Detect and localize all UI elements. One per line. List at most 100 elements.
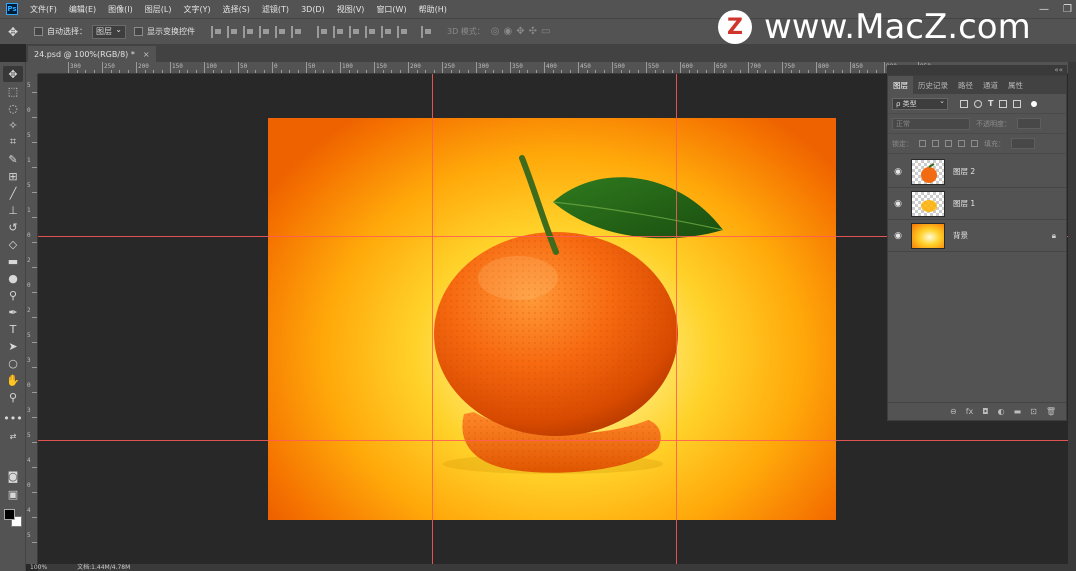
layer-row-layer2[interactable]: ◉ 图层 2	[888, 156, 1066, 188]
new-layer-icon[interactable]: ⊡	[1030, 407, 1037, 416]
show-transform-checkbox[interactable]	[134, 27, 143, 36]
layer-name[interactable]: 图层 1	[953, 198, 975, 209]
dodge-tool-icon[interactable]: ⚲	[3, 287, 23, 303]
zoom-tool-icon[interactable]: ⚲	[3, 389, 23, 405]
eyedropper-tool-icon[interactable]: ✎	[3, 151, 23, 167]
vertical-ruler[interactable]: 5 0 5 1 5 1 0 2 0 2 5 3 0 3 5 4 0 4 5	[26, 74, 38, 564]
hand-tool-icon[interactable]: ✋	[3, 372, 23, 388]
eraser-tool-icon[interactable]: ◇	[3, 236, 23, 252]
zoom-level[interactable]: 100%	[30, 564, 47, 571]
layer-row-background[interactable]: ◉ 背景 🔒︎	[888, 220, 1066, 252]
distribute-bottom-icon[interactable]	[349, 25, 359, 38]
path-selection-tool-icon[interactable]: ➤	[3, 338, 23, 354]
mask-icon[interactable]: ◘	[982, 407, 988, 416]
layer-filter-dropdown[interactable]: ρ 类型	[892, 97, 948, 110]
guide-horizontal-2[interactable]	[38, 440, 1068, 441]
menu-select[interactable]: 选择(S)	[217, 4, 256, 15]
gradient-tool-icon[interactable]: ▬	[3, 253, 23, 269]
link-icon[interactable]: ⊖	[950, 407, 957, 416]
folder-icon[interactable]: ▬	[1014, 407, 1022, 416]
pen-tool-icon[interactable]: ✒	[3, 304, 23, 320]
menu-filter[interactable]: 滤镜(T)	[256, 4, 295, 15]
menu-image[interactable]: 图像(I)	[102, 4, 139, 15]
tab-properties[interactable]: 属性	[1003, 76, 1028, 94]
document-tab[interactable]: 24.psd @ 100%(RGB/8) * ×	[28, 46, 156, 62]
trash-icon[interactable]: 🗑︎	[1046, 407, 1056, 416]
menu-view[interactable]: 视图(V)	[331, 4, 371, 15]
clone-stamp-tool-icon[interactable]: ⊥	[3, 202, 23, 218]
screen-mode-icon[interactable]: ▣	[3, 486, 23, 502]
history-brush-tool-icon[interactable]: ↺	[3, 219, 23, 235]
align-left-icon[interactable]	[211, 25, 221, 38]
filter-pixel-icon[interactable]	[960, 99, 968, 108]
distribute-hcenter-icon[interactable]	[381, 25, 391, 38]
lock-position-icon[interactable]	[945, 140, 952, 147]
filter-shape-icon[interactable]	[999, 99, 1008, 108]
lock-image-icon[interactable]	[932, 140, 939, 147]
menu-edit[interactable]: 编辑(E)	[63, 4, 102, 15]
align-top-icon[interactable]	[259, 25, 269, 38]
eye-icon[interactable]: ◉	[888, 167, 908, 177]
document-canvas[interactable]	[268, 118, 836, 520]
tab-layers[interactable]: 图层	[888, 76, 913, 94]
guide-vertical-1[interactable]	[432, 74, 433, 564]
tab-paths[interactable]: 路径	[953, 76, 978, 94]
lock-transparent-icon[interactable]	[919, 140, 926, 147]
vertical-scrollbar[interactable]	[1068, 62, 1076, 564]
align-right-icon[interactable]	[243, 25, 253, 38]
menu-layer[interactable]: 图层(L)	[139, 4, 178, 15]
menu-file[interactable]: 文件(F)	[24, 4, 63, 15]
eye-icon[interactable]: ◉	[888, 199, 908, 209]
auto-select-dropdown[interactable]: 图层	[92, 24, 126, 39]
filter-adjustment-icon[interactable]	[974, 99, 982, 108]
blur-tool-icon[interactable]: ●	[3, 270, 23, 286]
fill-field[interactable]	[1011, 138, 1035, 149]
tab-channels[interactable]: 通道	[978, 76, 1003, 94]
eye-icon[interactable]: ◉	[888, 231, 908, 241]
lock-artboard-icon[interactable]	[958, 140, 965, 147]
type-tool-icon[interactable]: T	[3, 321, 23, 337]
distribute-left-icon[interactable]	[365, 25, 375, 38]
align-hcenter-icon[interactable]	[227, 25, 237, 38]
layer-row-layer1[interactable]: ◉ 图层 1	[888, 188, 1066, 220]
close-tab-icon[interactable]: ×	[143, 50, 150, 59]
crop-tool-icon[interactable]: ⌗	[3, 134, 23, 150]
foreground-color-swatch[interactable]	[4, 509, 15, 520]
marquee-tool-icon[interactable]: ⬚	[3, 83, 23, 99]
restore-icon[interactable]: ❐	[1063, 4, 1072, 15]
filter-type-icon[interactable]: T	[988, 99, 993, 108]
brush-tool-icon[interactable]: ╱	[3, 185, 23, 201]
menu-type[interactable]: 文字(Y)	[177, 4, 216, 15]
distribute-right-icon[interactable]	[397, 25, 407, 38]
tab-history[interactable]: 历史记录	[913, 76, 953, 94]
fx-icon[interactable]: fx	[966, 407, 974, 416]
auto-select-checkbox[interactable]	[34, 27, 43, 36]
lasso-tool-icon[interactable]: ◌	[3, 100, 23, 116]
lock-all-icon[interactable]	[971, 140, 978, 147]
healing-brush-tool-icon[interactable]: ⊞	[3, 168, 23, 184]
layer-name[interactable]: 图层 2	[953, 166, 975, 177]
filter-toggle-icon[interactable]	[1031, 100, 1038, 107]
more-tools-icon[interactable]: •••	[3, 410, 23, 426]
opacity-field[interactable]	[1017, 118, 1041, 129]
adjustment-icon[interactable]: ◐	[998, 407, 1005, 416]
menu-help[interactable]: 帮助(H)	[413, 4, 453, 15]
quick-mask-icon[interactable]: ◙	[3, 468, 23, 484]
distribute-vcenter-icon[interactable]	[333, 25, 343, 38]
distribute-top-icon[interactable]	[317, 25, 327, 38]
swap-colors-icon[interactable]: ⇄	[3, 428, 23, 444]
magic-wand-tool-icon[interactable]: ✧	[3, 117, 23, 133]
panel-collapse-button[interactable]: ««	[887, 65, 1067, 75]
move-tool-preset-icon[interactable]: ✥	[0, 22, 26, 42]
ruler-origin[interactable]	[26, 62, 38, 74]
align-vcenter-icon[interactable]	[275, 25, 285, 38]
filter-smart-object-icon[interactable]	[1013, 99, 1022, 108]
guide-vertical-2[interactable]	[676, 74, 677, 564]
layer-name[interactable]: 背景	[953, 230, 968, 241]
align-bottom-icon[interactable]	[291, 25, 301, 38]
menu-3d[interactable]: 3D(D)	[295, 5, 331, 14]
minimize-icon[interactable]: —	[1039, 4, 1049, 15]
move-tool-icon[interactable]: ✥	[3, 66, 23, 82]
auto-align-icon[interactable]	[421, 25, 431, 38]
blend-mode-dropdown[interactable]: 正常	[892, 117, 970, 130]
